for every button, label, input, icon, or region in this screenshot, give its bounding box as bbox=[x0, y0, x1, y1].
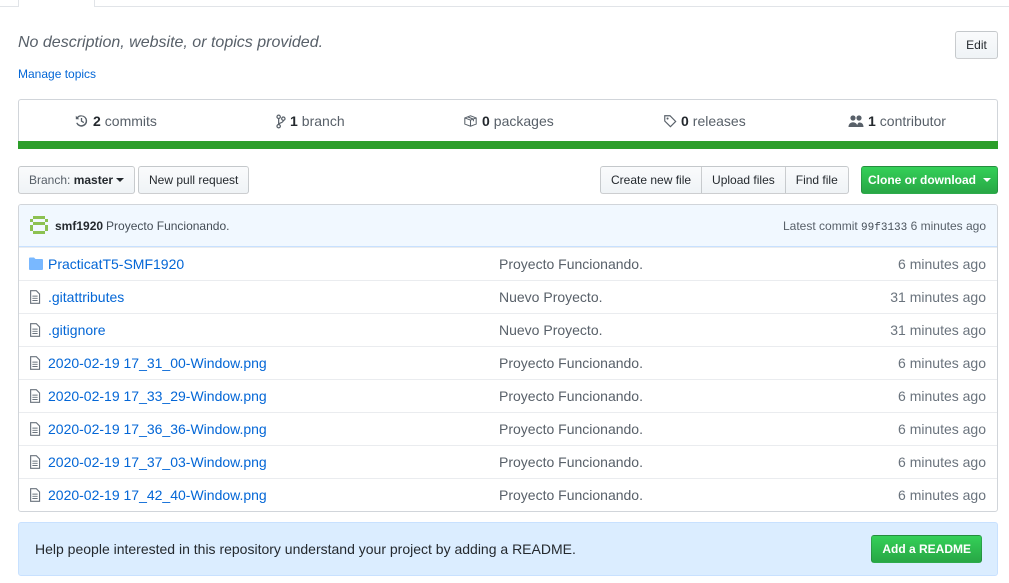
branch-select-button[interactable]: Branch: master bbox=[18, 166, 136, 194]
new-pull-request-button[interactable]: New pull request bbox=[138, 166, 250, 194]
branch-name: master bbox=[73, 173, 114, 187]
file-name-link[interactable]: PracticatT5-SMF1920 bbox=[48, 256, 184, 272]
table-row: .gitignore Nuevo Proyecto. 31 minutes ag… bbox=[19, 313, 997, 346]
add-readme-button[interactable]: Add a README bbox=[871, 535, 982, 563]
caret-down-icon bbox=[983, 178, 991, 182]
table-row: 2020-02-19 17_31_00-Window.png Proyecto … bbox=[19, 346, 997, 379]
branch-prefix: Branch: bbox=[29, 173, 71, 187]
file-age: 6 minutes ago bbox=[898, 421, 986, 437]
readme-prompt-box: Help people interested in this repositor… bbox=[18, 522, 998, 576]
readme-prompt-text: Help people interested in this repositor… bbox=[35, 541, 576, 557]
contributors-count: 1 bbox=[868, 113, 876, 129]
commits-label: commits bbox=[104, 113, 157, 129]
file-age: 31 minutes ago bbox=[890, 289, 986, 305]
clone-or-download-button[interactable]: Clone or download bbox=[861, 166, 998, 194]
commit-sha-link[interactable]: 99f3133 bbox=[861, 222, 907, 234]
file-icon bbox=[30, 290, 41, 304]
table-row: 2020-02-19 17_36_36-Window.png Proyecto … bbox=[19, 412, 997, 445]
releases-count: 0 bbox=[681, 113, 689, 129]
file-icon bbox=[30, 389, 41, 403]
releases-label: releases bbox=[692, 113, 746, 129]
file-name-link[interactable]: 2020-02-19 17_33_29-Window.png bbox=[48, 388, 267, 404]
file-commit-message[interactable]: Proyecto Funcionando. bbox=[499, 421, 643, 437]
file-name-link[interactable]: .gitignore bbox=[48, 322, 106, 338]
folder-icon bbox=[29, 257, 43, 270]
table-row: 2020-02-19 17_33_29-Window.png Proyecto … bbox=[19, 379, 997, 412]
tab-underline bbox=[0, 6, 1009, 7]
file-commit-message[interactable]: Proyecto Funcionando. bbox=[499, 454, 643, 470]
packages-label: packages bbox=[493, 113, 554, 129]
file-name-link[interactable]: .gitattributes bbox=[48, 289, 124, 305]
clone-label: Clone or download bbox=[868, 173, 976, 187]
table-row: 2020-02-19 17_42_40-Window.png Proyecto … bbox=[19, 478, 997, 511]
file-icon bbox=[30, 455, 41, 469]
file-commit-message[interactable]: Proyecto Funcionando. bbox=[499, 487, 643, 503]
file-commit-message[interactable]: Proyecto Funcionando. bbox=[499, 256, 643, 272]
file-age: 6 minutes ago bbox=[898, 487, 986, 503]
commit-age: 6 minutes ago bbox=[910, 219, 986, 233]
edit-description-button[interactable]: Edit bbox=[955, 31, 998, 59]
file-name-link[interactable]: 2020-02-19 17_31_00-Window.png bbox=[48, 355, 267, 371]
latest-commit-info: Latest commit 99f3133 6 minutes ago bbox=[783, 219, 986, 234]
file-age: 6 minutes ago bbox=[898, 256, 986, 272]
file-commit-message[interactable]: Nuevo Proyecto. bbox=[499, 289, 603, 305]
latest-commit-bar: smf1920 Proyecto Funcionando. Latest comm… bbox=[19, 205, 997, 247]
file-age: 6 minutes ago bbox=[898, 388, 986, 404]
tag-icon bbox=[664, 115, 677, 128]
upload-files-button[interactable]: Upload files bbox=[701, 166, 786, 194]
file-icon bbox=[30, 422, 41, 436]
file-icon bbox=[30, 488, 41, 502]
repo-description: No description, website, or topics provi… bbox=[18, 34, 324, 51]
commits-stat[interactable]: 2 commits bbox=[74, 113, 157, 129]
file-name-link[interactable]: 2020-02-19 17_37_03-Window.png bbox=[48, 454, 267, 470]
file-name-link[interactable]: 2020-02-19 17_42_40-Window.png bbox=[48, 487, 267, 503]
file-age: 31 minutes ago bbox=[890, 322, 986, 338]
table-row: PracticatT5-SMF1920 Proyecto Funcionando… bbox=[19, 247, 997, 280]
file-age: 6 minutes ago bbox=[898, 454, 986, 470]
releases-stat[interactable]: 0 releases bbox=[663, 113, 746, 129]
file-commit-message[interactable]: Proyecto Funcionando. bbox=[499, 355, 643, 371]
contributors-label: contributor bbox=[879, 113, 946, 129]
commit-message[interactable]: Proyecto Funcionando. bbox=[106, 219, 229, 233]
git-branch-icon bbox=[276, 114, 286, 128]
avatar[interactable] bbox=[30, 216, 48, 234]
file-commit-message[interactable]: Nuevo Proyecto. bbox=[499, 322, 603, 338]
latest-commit-prefix: Latest commit bbox=[783, 219, 858, 233]
find-file-button[interactable]: Find file bbox=[784, 166, 849, 194]
packages-count: 0 bbox=[482, 113, 490, 129]
packages-stat[interactable]: 0 packages bbox=[463, 113, 554, 129]
caret-down-icon bbox=[116, 178, 125, 182]
branch-label: branch bbox=[301, 113, 345, 129]
file-icon bbox=[30, 356, 41, 370]
branch-stat[interactable]: 1 branch bbox=[276, 113, 345, 129]
commit-author-link[interactable]: smf1920 bbox=[55, 219, 103, 233]
file-age: 6 minutes ago bbox=[898, 355, 986, 371]
contributors-stat[interactable]: 1 contributor bbox=[848, 113, 946, 129]
branch-count: 1 bbox=[290, 113, 298, 129]
history-icon bbox=[75, 115, 88, 127]
commit-summary: smf1920 Proyecto Funcionando. bbox=[55, 219, 229, 233]
manage-topics-link[interactable]: Manage topics bbox=[18, 67, 96, 81]
file-name-link[interactable]: 2020-02-19 17_36_36-Window.png bbox=[48, 421, 267, 437]
table-row: .gitattributes Nuevo Proyecto. 31 minute… bbox=[19, 280, 997, 313]
create-new-file-button[interactable]: Create new file bbox=[600, 166, 703, 194]
commits-count: 2 bbox=[93, 113, 101, 129]
people-icon bbox=[848, 115, 864, 127]
file-list: smf1920 Proyecto Funcionando. Latest comm… bbox=[18, 204, 998, 512]
file-actions-group: Create new file Upload files Find file bbox=[600, 166, 849, 194]
file-icon bbox=[30, 323, 41, 337]
file-commit-message[interactable]: Proyecto Funcionando. bbox=[499, 388, 643, 404]
package-icon bbox=[464, 115, 477, 127]
code-tab[interactable] bbox=[18, 0, 95, 7]
table-row: 2020-02-19 17_37_03-Window.png Proyecto … bbox=[19, 445, 997, 478]
language-bar bbox=[18, 141, 998, 149]
